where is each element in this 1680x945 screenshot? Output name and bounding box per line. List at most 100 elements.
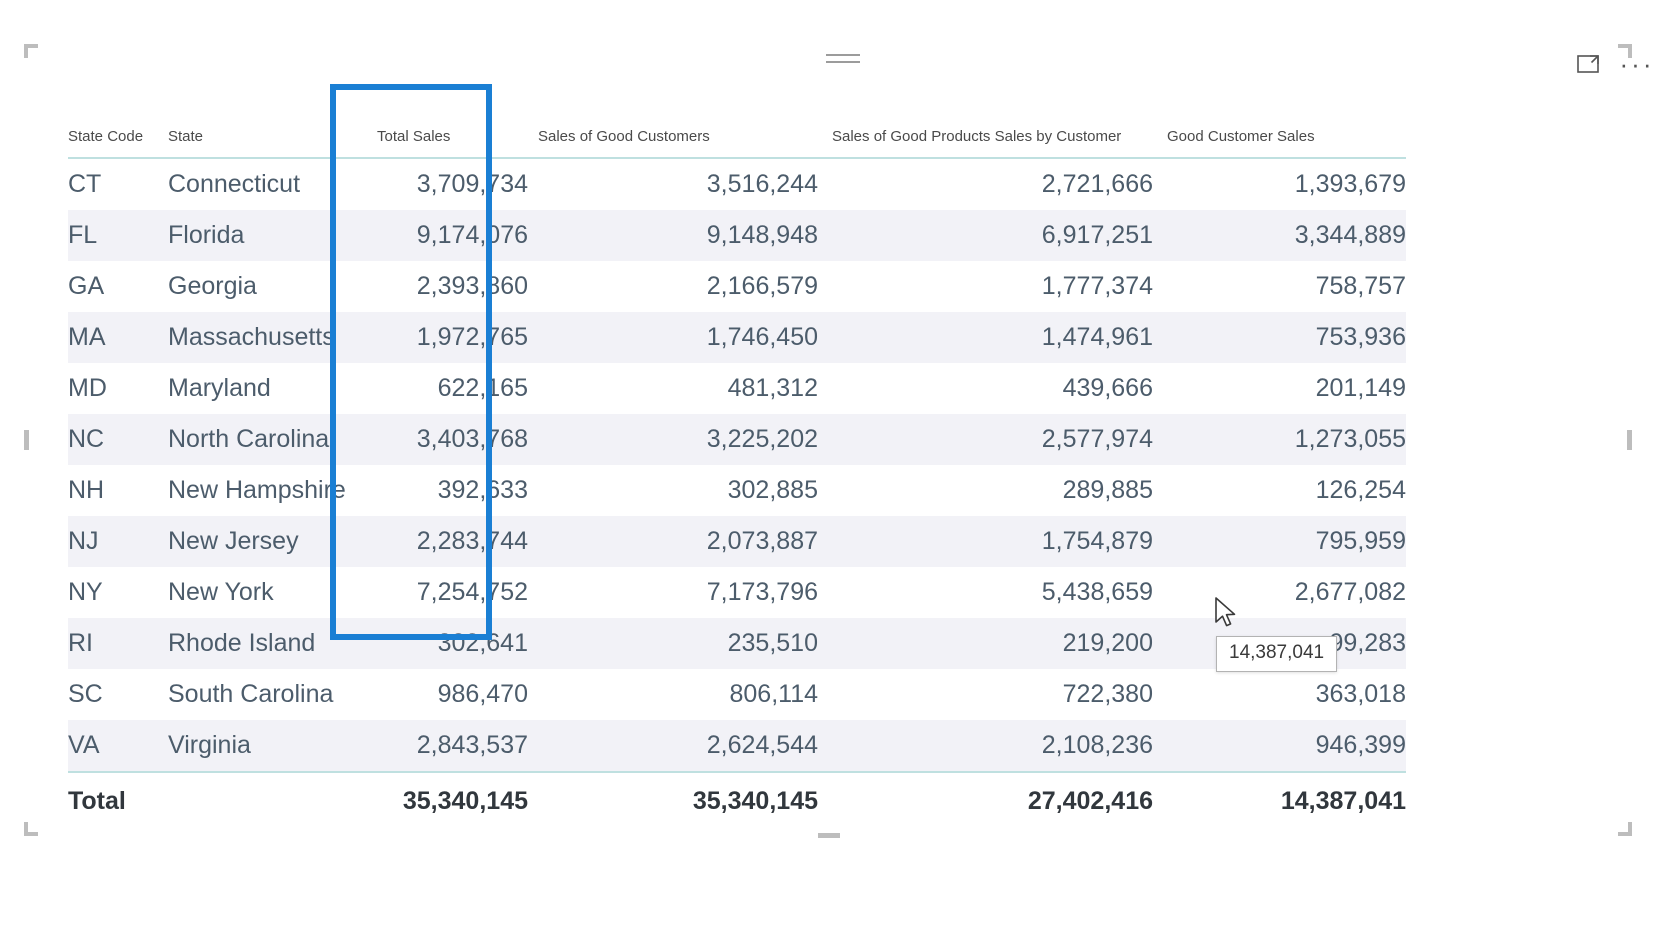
column-header-total-sales[interactable]: Total Sales (363, 128, 528, 159)
table-row[interactable]: SC South Carolina 986,470 806,114 722,380 363… (68, 669, 1406, 720)
cell-state_code: SC (68, 679, 103, 708)
total-sales-of-good-customers[interactable]: 35,340,145 (528, 771, 818, 827)
cell-good_customer_sales[interactable]: 1,273,055 (1153, 414, 1406, 465)
resize-handle-bottom[interactable] (818, 833, 840, 838)
column-header-state[interactable]: State (168, 128, 363, 159)
total-good-customer-sales[interactable]: 14,387,041 (1153, 771, 1406, 827)
cell-sales_of_good_customers[interactable]: 7,173,796 (528, 567, 818, 618)
cell-sales_of_good_products_sales_by_customer[interactable]: 2,108,236 (818, 720, 1153, 772)
cell-sales_of_good_products_sales_by_customer[interactable]: 289,885 (818, 465, 1153, 516)
cell-state_code: GA (68, 271, 105, 300)
cell-total_sales[interactable]: 392,633 (363, 465, 528, 516)
matrix-table-wrapper: State Code State Total Sales Sales of Go… (68, 128, 1450, 827)
cell-total_sales[interactable]: 3,403,768 (363, 414, 528, 465)
column-header-state-code[interactable]: State Code (68, 128, 168, 159)
drag-handle-icon[interactable] (826, 54, 860, 68)
cell-state: South Carolina (168, 679, 334, 708)
cell-state: Connecticut (168, 169, 301, 198)
cell-sales_of_good_products_sales_by_customer[interactable]: 5,438,659 (818, 567, 1153, 618)
cell-sales_of_good_products_sales_by_customer[interactable]: 1,754,879 (818, 516, 1153, 567)
cell-total_sales[interactable]: 1,972,765 (363, 312, 528, 363)
cell-sales_of_good_customers[interactable]: 2,073,887 (528, 516, 818, 567)
column-header-sales-of-good-products-sales-by-customer[interactable]: Sales of Good Products Sales by Customer (818, 128, 1153, 159)
cell-sales_of_good_customers[interactable]: 2,166,579 (528, 261, 818, 312)
cell-sales_of_good_products_sales_by_customer[interactable]: 2,577,974 (818, 414, 1153, 465)
table-row[interactable]: NY New York 7,254,752 7,173,796 5,438,659 2,6… (68, 567, 1406, 618)
cell-good_customer_sales[interactable]: 2,677,082 (1153, 567, 1406, 618)
table-row[interactable]: VA Virginia 2,843,537 2,624,544 2,108,236 946… (68, 720, 1406, 772)
cell-good_customer_sales[interactable]: 1,393,679 (1153, 158, 1406, 210)
resize-handle-right[interactable] (1627, 430, 1632, 450)
resize-handle-bottom-left-v[interactable] (24, 822, 28, 836)
cell-state_code: CT (68, 169, 102, 198)
cell-sales_of_good_products_sales_by_customer[interactable]: 722,380 (818, 669, 1153, 720)
more-options-icon[interactable]: ··· (1620, 51, 1652, 77)
cell-total_sales[interactable]: 2,393,860 (363, 261, 528, 312)
visual-header-actions: ··· (1576, 51, 1652, 77)
cell-total_sales[interactable]: 302,641 (363, 618, 528, 669)
cell-sales_of_good_customers[interactable]: 2,624,544 (528, 720, 818, 772)
resize-handle-top-left-v[interactable] (24, 44, 28, 58)
total-total-sales[interactable]: 35,340,145 (363, 771, 528, 827)
table-row[interactable]: NC North Carolina 3,403,768 3,225,202 2,577,… (68, 414, 1406, 465)
table-row[interactable]: MD Maryland 622,165 481,312 439,666 201,149 (68, 363, 1406, 414)
cell-sales_of_good_customers[interactable]: 3,225,202 (528, 414, 818, 465)
table-body: CT Connecticut 3,709,734 3,516,244 2,721,666… (68, 158, 1406, 772)
header-row: State Code State Total Sales Sales of Go… (68, 128, 1406, 159)
cell-state_code: RI (68, 618, 168, 669)
table-header: State Code State Total Sales Sales of Go… (68, 128, 1406, 159)
cell-state: Georgia (168, 271, 257, 300)
cell-sales_of_good_products_sales_by_customer[interactable]: 6,917,251 (818, 210, 1153, 261)
resize-handle-bottom-right-v[interactable] (1628, 822, 1632, 836)
cell-state: North Carolina (168, 414, 363, 465)
total-label: Total (68, 771, 168, 827)
cell-sales_of_good_customers[interactable]: 9,148,948 (528, 210, 818, 261)
table-row[interactable]: MA Massachusetts 1,972,765 1,746,450 1,474,9… (68, 312, 1406, 363)
cell-good_customer_sales[interactable]: 795,959 (1153, 516, 1406, 567)
cell-total_sales[interactable]: 2,283,744 (363, 516, 528, 567)
cell-sales_of_good_customers[interactable]: 235,510 (528, 618, 818, 669)
cell-state: New Jersey (168, 516, 363, 567)
cell-good_customer_sales[interactable]: 201,149 (1153, 363, 1406, 414)
cell-sales_of_good_customers[interactable]: 806,114 (528, 669, 818, 720)
total-row[interactable]: Total 35,340,145 35,340,145 27,402,416 1… (68, 771, 1406, 827)
table-row[interactable]: RI Rhode Island 302,641 235,510 219,200 99,28… (68, 618, 1406, 669)
cell-total_sales[interactable]: 622,165 (363, 363, 528, 414)
table-row[interactable]: FL Florida 9,174,076 9,148,948 6,917,251 3,34… (68, 210, 1406, 261)
cell-sales_of_good_customers[interactable]: 3,516,244 (528, 158, 818, 210)
cell-sales_of_good_customers[interactable]: 481,312 (528, 363, 818, 414)
focus-mode-icon[interactable] (1576, 52, 1602, 76)
cell-good_customer_sales[interactable]: 3,344,889 (1153, 210, 1406, 261)
table-row[interactable]: NH New Hampshire 392,633 302,885 289,885 126,… (68, 465, 1406, 516)
table-row[interactable]: GA Georgia 2,393,860 2,166,579 1,777,374 758,… (68, 261, 1406, 312)
cell-good_customer_sales[interactable]: 758,757 (1153, 261, 1406, 312)
cell-sales_of_good_customers[interactable]: 302,885 (528, 465, 818, 516)
cell-total_sales[interactable]: 986,470 (363, 669, 528, 720)
cell-good_customer_sales[interactable]: 363,018 (1153, 669, 1406, 720)
total-state-blank (168, 771, 363, 827)
column-header-sales-of-good-customers[interactable]: Sales of Good Customers (528, 128, 818, 159)
cell-sales_of_good_customers[interactable]: 1,746,450 (528, 312, 818, 363)
cell-total_sales[interactable]: 3,709,734 (363, 158, 528, 210)
cell-good_customer_sales[interactable]: 126,254 (1153, 465, 1406, 516)
cell-state: Rhode Island (168, 618, 363, 669)
cell-sales_of_good_products_sales_by_customer[interactable]: 1,474,961 (818, 312, 1153, 363)
resize-handle-left[interactable] (24, 430, 29, 450)
table-row[interactable]: NJ New Jersey 2,283,744 2,073,887 1,754,879 7… (68, 516, 1406, 567)
cell-total_sales[interactable]: 7,254,752 (363, 567, 528, 618)
cell-state_code: MA (68, 312, 168, 363)
total-sales-of-good-products-sales-by-customer[interactable]: 27,402,416 (818, 771, 1153, 827)
cell-total_sales[interactable]: 2,843,537 (363, 720, 528, 772)
cell-sales_of_good_products_sales_by_customer[interactable]: 439,666 (818, 363, 1153, 414)
cell-sales_of_good_products_sales_by_customer[interactable]: 219,200 (818, 618, 1153, 669)
cell-state: Virginia (168, 720, 363, 772)
cell-sales_of_good_products_sales_by_customer[interactable]: 1,777,374 (818, 261, 1153, 312)
column-header-good-customer-sales[interactable]: Good Customer Sales (1153, 128, 1406, 159)
cell-good_customer_sales[interactable]: 753,936 (1153, 312, 1406, 363)
table-row[interactable]: CT Connecticut 3,709,734 3,516,244 2,721,666… (68, 158, 1406, 210)
screen: ··· State Code State Total Sales Sales o… (0, 0, 1680, 945)
cell-good_customer_sales[interactable]: 946,399 (1153, 720, 1406, 772)
cell-total_sales[interactable]: 9,174,076 (363, 210, 528, 261)
cell-sales_of_good_products_sales_by_customer[interactable]: 2,721,666 (818, 158, 1153, 210)
cell-state_code: NH (68, 475, 105, 504)
